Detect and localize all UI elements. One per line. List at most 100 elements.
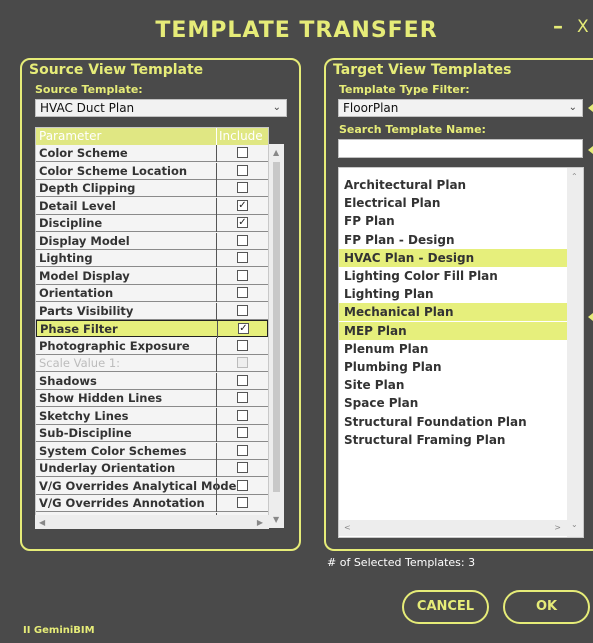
window-title: TEMPLATE TRANSFER (155, 18, 438, 43)
template-list-item[interactable]: Electrical Plan (339, 194, 568, 212)
list-horizontal-scrollbar[interactable]: < > (339, 520, 567, 536)
template-list-item[interactable]: Plumbing Plan (339, 358, 568, 376)
ok-button[interactable]: OK (503, 590, 590, 624)
template-name: Structural Framing Plan (344, 432, 506, 447)
parameter-row[interactable]: V/G Overrides Annotation (36, 495, 268, 512)
template-list-item[interactable]: Plenum Plan (339, 340, 568, 358)
source-template-dropdown[interactable]: HVAC Duct Plan ⌄ (35, 99, 287, 117)
scroll-down-icon[interactable]: ⌄ (571, 520, 578, 529)
template-list-item[interactable]: Structural Framing Plan (339, 431, 568, 449)
include-checkbox[interactable] (237, 444, 248, 456)
template-name: HVAC Plan - Design (344, 250, 475, 265)
row-divider (216, 302, 217, 320)
type-filter-dropdown[interactable]: FloorPlan ⌄ (338, 99, 583, 117)
grid-horizontal-scrollbar[interactable]: ◀ ▶ (35, 515, 269, 529)
close-button[interactable]: X (577, 17, 589, 37)
template-list-item[interactable]: Lighting Plan (339, 285, 568, 303)
parameter-name: Depth Clipping (39, 181, 136, 195)
type-filter-value: FloorPlan (343, 101, 399, 115)
include-checkbox[interactable] (237, 339, 248, 351)
template-list-item[interactable]: FP Plan (339, 212, 568, 230)
parameter-grid[interactable]: Parameter Include Color Scheme Color Sche… (35, 127, 269, 528)
template-list-item[interactable]: MEP Plan (339, 321, 568, 340)
include-checkbox[interactable]: ✓ (238, 323, 249, 334)
parameter-row[interactable]: Lighting (36, 250, 268, 267)
include-checkbox[interactable] (237, 462, 248, 473)
template-list-item[interactable]: Site Plan (339, 376, 568, 394)
include-checkbox[interactable] (237, 252, 248, 263)
include-checkbox[interactable]: ✓ (237, 199, 248, 211)
parameter-row[interactable]: Depth Clipping (36, 180, 268, 197)
parameter-row[interactable]: Underlay Orientation (36, 460, 268, 477)
scroll-thumb[interactable] (273, 162, 280, 492)
row-divider (216, 495, 217, 512)
parameter-name: Lighting (39, 251, 93, 265)
parameter-row[interactable]: Color Scheme Location (36, 162, 268, 180)
parameter-row[interactable]: Color Scheme (36, 145, 268, 162)
template-list-item[interactable]: Space Plan (339, 394, 568, 412)
include-checkbox[interactable] (237, 182, 248, 193)
parameter-row[interactable]: Phase Filter ✓ (36, 320, 268, 338)
parameter-row[interactable]: Display Model (36, 232, 268, 250)
parameter-row[interactable]: Show Hidden Lines (36, 390, 268, 407)
include-checkbox[interactable] (237, 479, 248, 491)
scroll-up-icon[interactable]: ▲ (273, 148, 279, 157)
include-checkbox[interactable] (237, 427, 248, 438)
parameter-row[interactable]: Detail Level ✓ (36, 197, 268, 215)
include-checkbox[interactable] (237, 409, 248, 421)
parameter-name: Color Scheme Location (39, 163, 188, 178)
include-checkbox[interactable]: ✓ (237, 217, 248, 228)
parameter-row[interactable]: V/G Overrides Analytical Model (36, 477, 268, 495)
scroll-down-icon[interactable]: ▼ (273, 515, 279, 524)
parameter-row[interactable]: Orientation (36, 285, 268, 302)
scroll-right-icon[interactable]: > (554, 523, 561, 532)
parameter-row[interactable]: Sub-Discipline (36, 425, 268, 442)
scroll-right-icon[interactable]: ▶ (257, 518, 263, 527)
template-name: FP Plan - Design (344, 232, 455, 247)
grid-header: Parameter Include (36, 128, 268, 145)
parameter-row[interactable]: Sketchy Lines (36, 407, 268, 425)
row-divider (216, 250, 217, 267)
row-divider (216, 407, 217, 425)
include-checkbox[interactable] (237, 147, 248, 158)
template-list-item[interactable]: HVAC Plan - Design (339, 248, 568, 267)
include-checkbox[interactable] (237, 304, 248, 316)
row-divider (216, 390, 217, 407)
parameter-row[interactable]: Discipline ✓ (36, 215, 268, 232)
row-divider (216, 442, 217, 460)
include-checkbox[interactable] (237, 497, 248, 508)
parameter-row[interactable]: Model Display (36, 267, 268, 285)
template-list-item[interactable]: Structural Foundation Plan (339, 413, 568, 431)
template-list-item[interactable]: Architectural Plan (339, 176, 568, 194)
scroll-left-icon[interactable]: ◀ (39, 518, 45, 527)
include-checkbox[interactable] (237, 287, 248, 298)
search-input[interactable] (338, 139, 583, 158)
template-name: Lighting Color Fill Plan (344, 269, 498, 283)
template-list-item[interactable]: Mechanical Plan (339, 303, 568, 322)
grid-vertical-scrollbar[interactable]: ▲ ▼ (269, 144, 284, 528)
row-divider (216, 145, 217, 162)
include-checkbox (237, 357, 248, 368)
include-checkbox[interactable] (237, 164, 248, 176)
parameter-row[interactable]: System Color Schemes (36, 442, 268, 460)
parameter-row[interactable]: Parts Visibility (36, 302, 268, 320)
template-name: Lighting Plan (344, 287, 434, 302)
parameter-row[interactable]: Shadows (36, 372, 268, 390)
parameter-row[interactable]: Photographic Exposure (36, 337, 268, 355)
template-list-item[interactable]: Lighting Color Fill Plan (339, 267, 568, 285)
row-divider (216, 477, 217, 495)
include-checkbox[interactable] (237, 374, 248, 386)
template-name: Plumbing Plan (344, 360, 442, 374)
scroll-up-icon[interactable]: ⌃ (571, 172, 578, 181)
cancel-button[interactable]: CANCEL (402, 590, 489, 624)
scroll-left-icon[interactable]: < (344, 523, 351, 532)
include-checkbox[interactable] (237, 234, 248, 246)
list-vertical-scrollbar[interactable]: ⌃ ⌄ (567, 168, 583, 537)
target-template-list[interactable]: Architectural Plan Electrical Plan FP Plan… (338, 167, 584, 538)
minimize-button[interactable]: – (553, 14, 563, 38)
template-list-item[interactable]: FP Plan - Design (339, 231, 568, 249)
include-checkbox[interactable] (237, 269, 248, 281)
include-checkbox[interactable] (237, 392, 248, 403)
parameter-row[interactable]: Scale Value 1: (36, 355, 268, 372)
parameter-name: Sketchy Lines (39, 408, 129, 423)
